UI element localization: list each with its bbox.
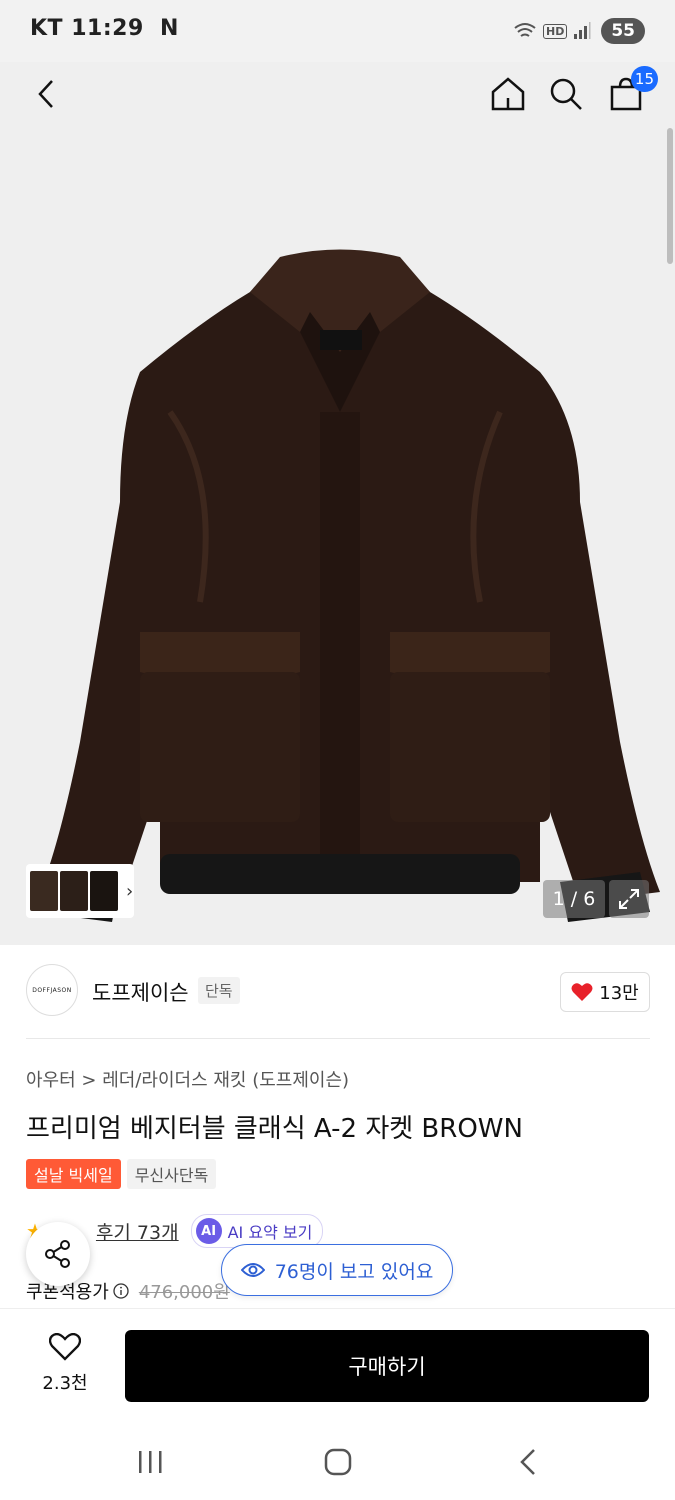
network-icons: HD — [513, 22, 591, 40]
eye-icon — [240, 1263, 265, 1277]
heart-outline-icon — [48, 1332, 82, 1361]
thumbnail-strip[interactable]: › — [26, 864, 134, 918]
product-tags: 설날 빅세일 무신사단독 — [26, 1159, 217, 1189]
sale-tag: 설날 빅세일 — [26, 1159, 121, 1189]
chevron-left-icon — [38, 80, 53, 108]
back-button[interactable] — [22, 70, 70, 118]
hd-badge: HD — [542, 23, 568, 39]
brand-like-button[interactable]: 13만 — [560, 972, 650, 1012]
signal-icon — [574, 22, 591, 39]
product-title: 프리미엄 베지터블 클래식 A-2 자켓 BROWN — [26, 1114, 523, 1144]
search-icon — [550, 78, 582, 110]
wishlist-button[interactable]: 2.3천 — [30, 1332, 100, 1395]
back-nav-button[interactable] — [508, 1442, 548, 1482]
image-page-counter: 1 / 6 — [543, 880, 605, 918]
brand-name[interactable]: 도프제이슨 — [92, 977, 189, 1007]
expand-icon — [619, 889, 639, 909]
battery-indicator: 55 — [601, 18, 645, 44]
clock: 11:29 — [71, 16, 144, 41]
ai-summary-button[interactable]: AI AI 요약 보기 — [190, 1214, 324, 1248]
notification-icon: N — [159, 16, 179, 41]
category-breadcrumb[interactable]: 아우터 > 레더/라이더스 재킷 (도프제이슨) — [26, 1066, 349, 1092]
exclusive-tag: 무신사단독 — [126, 1159, 217, 1189]
share-icon — [45, 1240, 70, 1268]
expand-button[interactable] — [609, 880, 649, 918]
review-link[interactable]: 후기 73개 — [96, 1218, 179, 1245]
wishlist-count: 2.3천 — [42, 1373, 88, 1394]
info-icon[interactable] — [113, 1283, 129, 1299]
back-nav-icon — [520, 1449, 535, 1475]
top-nav: 15 — [0, 62, 675, 128]
home-icon — [491, 77, 525, 111]
status-bar: KT 11:29 N HD 55 — [0, 0, 675, 62]
scrollbar[interactable] — [667, 128, 673, 264]
brand-row: DOFFJASON 도프제이슨 단독 13만 — [26, 964, 650, 1018]
recent-apps-icon — [139, 1451, 162, 1473]
heart-filled-icon — [571, 983, 593, 1001]
status-right: HD 55 — [513, 18, 645, 44]
chevron-right-icon: › — [126, 880, 134, 902]
ai-summary-label: AI 요약 보기 — [227, 1223, 313, 1242]
thumbnail-3[interactable] — [90, 871, 118, 911]
home-circle-icon — [324, 1448, 352, 1476]
status-left: KT 11:29 N — [30, 16, 179, 41]
viewers-count-pill: 76명이 보고 있어요 — [221, 1244, 453, 1296]
home-button[interactable] — [484, 70, 532, 118]
thumbnail-2[interactable] — [60, 871, 88, 911]
viewers-text: 76명이 보고 있어요 — [274, 1260, 434, 1283]
ai-badge-icon: AI — [195, 1218, 222, 1244]
system-navigation-bar — [0, 1420, 675, 1500]
thumbnail-list — [30, 871, 118, 911]
share-button[interactable] — [26, 1222, 90, 1286]
divider — [26, 1038, 650, 1039]
brand-exclusive-tag: 단독 — [198, 977, 240, 1004]
product-image-gallery[interactable] — [0, 62, 675, 945]
home-nav-button[interactable] — [318, 1442, 358, 1482]
carrier-label: KT — [30, 16, 64, 41]
recent-apps-button[interactable] — [130, 1442, 170, 1482]
buy-button[interactable]: 구매하기 — [125, 1330, 649, 1402]
bottom-action-bar: 2.3천 구매하기 — [0, 1308, 675, 1420]
brand-like-count: 13만 — [599, 983, 639, 1004]
wifi-icon — [514, 23, 536, 37]
thumbnail-1[interactable] — [30, 871, 58, 911]
original-price: 476,000원 — [138, 1282, 230, 1303]
cart-button[interactable]: 15 — [602, 66, 658, 118]
product-image — [34, 249, 660, 922]
search-button[interactable] — [542, 70, 590, 118]
brand-logo[interactable]: DOFFJASON — [26, 964, 78, 1016]
cart-count-badge: 15 — [630, 66, 658, 92]
